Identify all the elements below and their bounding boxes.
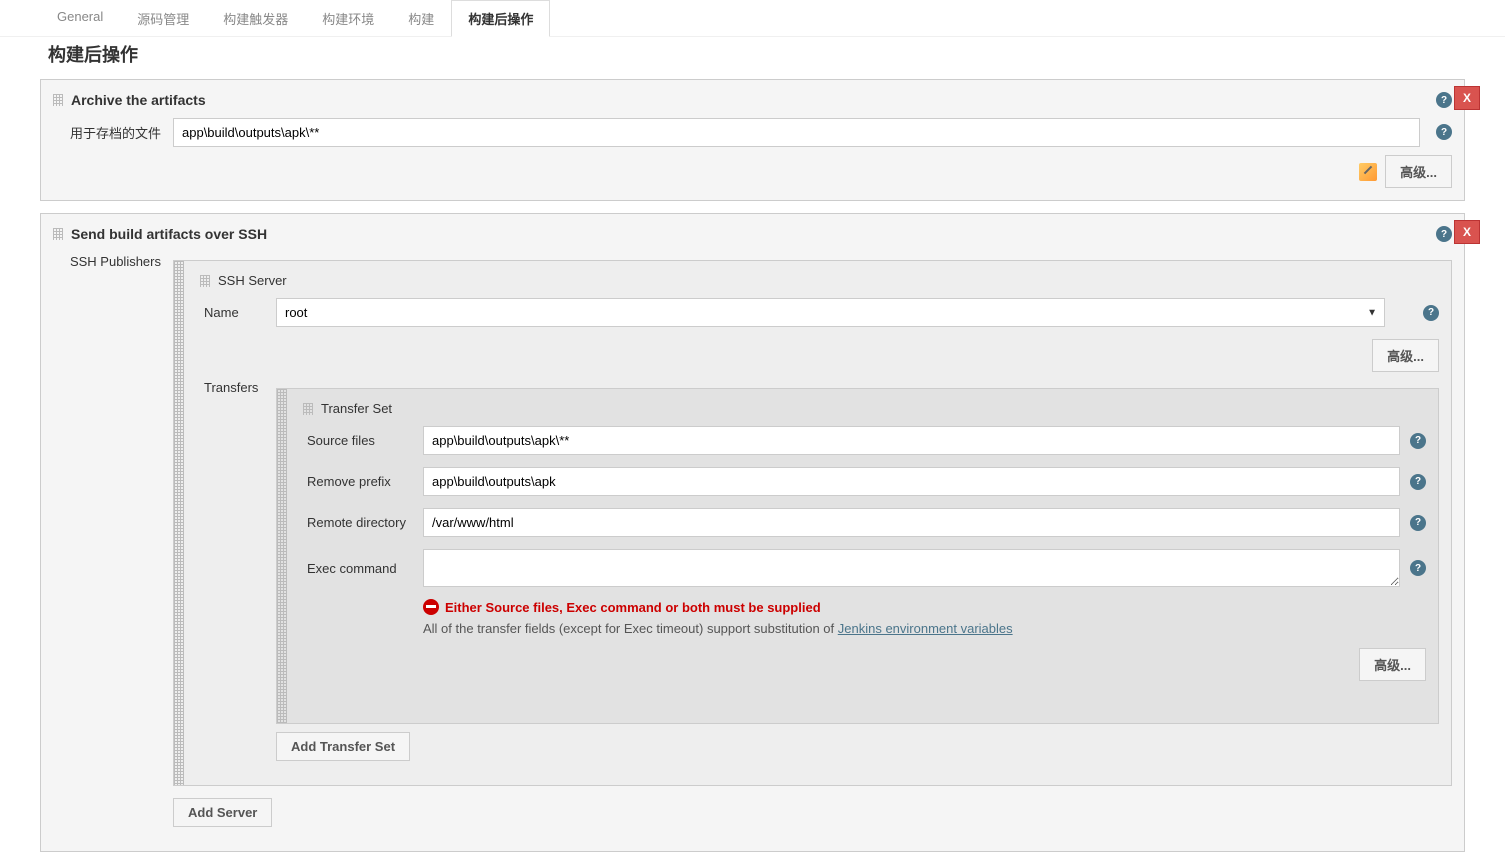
error-message: Either Source files, Exec command or bot… xyxy=(445,600,821,615)
help-icon[interactable]: ? xyxy=(1410,474,1426,490)
help-icon[interactable]: ? xyxy=(1436,92,1452,108)
help-icon[interactable]: ? xyxy=(1410,515,1426,531)
remote-directory-input[interactable] xyxy=(423,508,1400,537)
exec-command-label: Exec command xyxy=(303,561,423,576)
archive-files-input[interactable] xyxy=(173,118,1420,147)
source-files-label: Source files xyxy=(303,433,423,448)
drag-handle-icon[interactable] xyxy=(53,94,63,106)
ssh-server-title: SSH Server xyxy=(218,273,287,288)
help-icon[interactable]: ? xyxy=(1410,560,1426,576)
ssh-publishers-label: SSH Publishers xyxy=(53,252,173,269)
config-tabs: General 源码管理 构建触发器 构建环境 构建 构建后操作 xyxy=(0,0,1505,37)
drag-handle-icon[interactable] xyxy=(53,228,63,240)
tab-build[interactable]: 构建 xyxy=(391,0,451,36)
drag-handle-icon[interactable] xyxy=(200,275,210,287)
ssh-server-advanced-button[interactable]: 高级... xyxy=(1372,339,1439,372)
tab-env[interactable]: 构建环境 xyxy=(305,0,391,36)
section-title: 构建后操作 xyxy=(40,37,1465,79)
archive-artifacts-panel: X ? ? Archive the artifacts 用于存档的文件 高级..… xyxy=(40,79,1465,201)
info-text: All of the transfer fields (except for E… xyxy=(423,621,1426,636)
add-server-button[interactable]: Add Server xyxy=(173,798,272,827)
remove-prefix-input[interactable] xyxy=(423,467,1400,496)
transfer-set-title: Transfer Set xyxy=(321,401,392,416)
archive-advanced-button[interactable]: 高级... xyxy=(1385,155,1452,188)
ssh-panel: X ? Send build artifacts over SSH SSH Pu… xyxy=(40,213,1465,852)
tab-trigger[interactable]: 构建触发器 xyxy=(206,0,305,36)
source-files-input[interactable] xyxy=(423,426,1400,455)
edit-icon[interactable] xyxy=(1359,163,1377,181)
error-icon xyxy=(423,599,439,615)
ssh-title: Send build artifacts over SSH xyxy=(71,226,267,242)
tab-post-build[interactable]: 构建后操作 xyxy=(451,0,550,37)
add-transfer-set-button[interactable]: Add Transfer Set xyxy=(276,732,410,761)
remote-directory-label: Remote directory xyxy=(303,515,423,530)
archive-files-label: 用于存档的文件 xyxy=(53,123,173,142)
archive-title: Archive the artifacts xyxy=(71,92,206,108)
ssh-server-panel: SSH Server Name root ▼ ? xyxy=(173,260,1452,786)
tab-source[interactable]: 源码管理 xyxy=(120,0,206,36)
transfer-set-panel: Transfer Set Source files ? xyxy=(276,388,1439,724)
transfer-advanced-button[interactable]: 高级... xyxy=(1359,648,1426,681)
drag-strip-icon[interactable] xyxy=(174,261,184,785)
help-icon[interactable]: ? xyxy=(1410,433,1426,449)
help-icon[interactable]: ? xyxy=(1436,226,1452,242)
help-icon[interactable]: ? xyxy=(1423,305,1439,321)
tab-general[interactable]: General xyxy=(40,0,120,36)
ssh-close-button[interactable]: X xyxy=(1454,220,1480,244)
drag-handle-icon[interactable] xyxy=(303,403,313,415)
transfers-label: Transfers xyxy=(200,380,276,395)
env-vars-link[interactable]: Jenkins environment variables xyxy=(838,621,1013,636)
drag-strip-icon[interactable] xyxy=(277,389,287,723)
archive-close-button[interactable]: X xyxy=(1454,86,1480,110)
ssh-name-select[interactable]: root xyxy=(276,298,1385,327)
remove-prefix-label: Remove prefix xyxy=(303,474,423,489)
ssh-name-label: Name xyxy=(200,305,276,320)
exec-command-textarea[interactable] xyxy=(423,549,1400,587)
